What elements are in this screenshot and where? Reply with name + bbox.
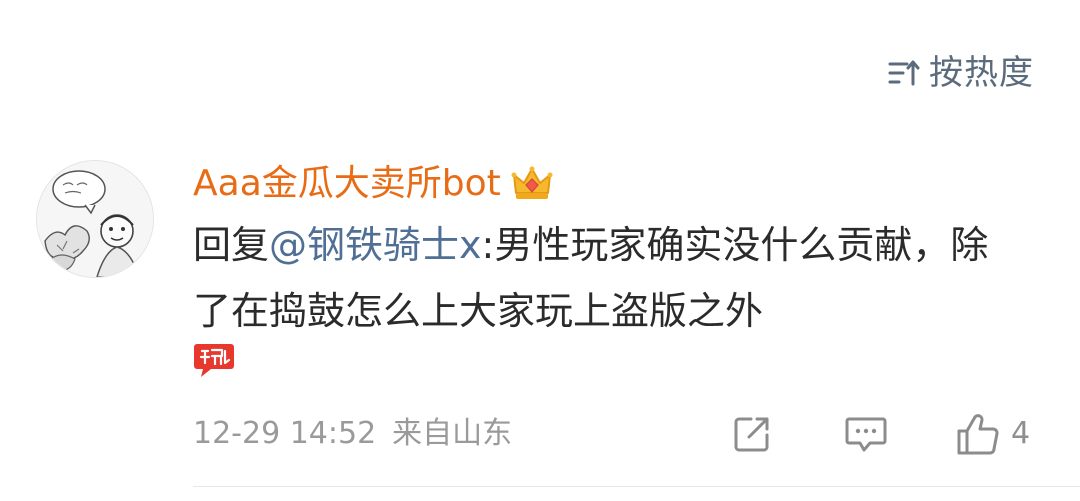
reply-button[interactable] bbox=[844, 410, 890, 458]
mention-link[interactable]: @钢铁骑士x bbox=[269, 223, 482, 267]
username[interactable]: Aaa金瓜大卖所bot bbox=[193, 166, 501, 202]
divider bbox=[193, 486, 1080, 487]
comment-location: 来自山东 bbox=[392, 416, 513, 451]
share-button[interactable] bbox=[731, 410, 777, 458]
comment-text: 回复@钢铁骑士x:男性玩家确实没什么贡献，除了在捣鼓怎么上大家玩上盗版之外 bbox=[193, 212, 1023, 344]
geili-sticker-icon bbox=[193, 340, 235, 380]
sketch-avatar-image bbox=[37, 161, 153, 277]
sort-label: 按热度 bbox=[929, 53, 1034, 93]
comment-meta: 12-29 14:52 来自山东 bbox=[193, 416, 512, 452]
like-count: 4 bbox=[1011, 416, 1031, 451]
comment-date: 12-29 14:52 bbox=[193, 416, 377, 451]
reply-prefix: 回复 bbox=[193, 223, 270, 267]
thumbs-up-icon bbox=[957, 414, 999, 455]
share-icon bbox=[734, 417, 769, 452]
crown-icon bbox=[511, 166, 553, 199]
sort-lines-icon bbox=[888, 60, 920, 86]
comment-icon bbox=[845, 417, 887, 452]
like-button[interactable]: 4 bbox=[955, 410, 1030, 458]
comment-header: Aaa金瓜大卖所bot bbox=[193, 156, 553, 212]
sort-by-hot-button[interactable]: 按热度 bbox=[887, 56, 1034, 90]
user-avatar[interactable] bbox=[36, 160, 154, 278]
